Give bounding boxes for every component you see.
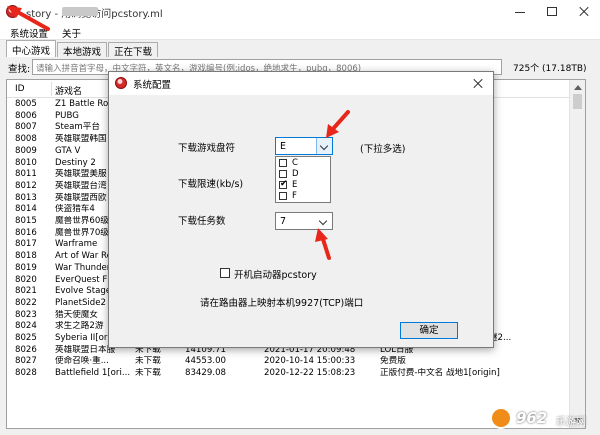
cell-id: 8013: [15, 192, 37, 203]
menu-bar: 系统设置 关于: [0, 24, 600, 40]
search-label: 查找:: [8, 64, 31, 75]
cell-id: 8015: [15, 216, 37, 226]
app-icon: [6, 5, 19, 18]
chevron-down-icon[interactable]: [316, 213, 332, 229]
cell-id: 8009: [15, 145, 37, 156]
cell-date: 2020-10-14 15:00:33: [264, 356, 356, 367]
cell-id: 8007: [15, 122, 37, 133]
table-row[interactable]: 8027 使命召唤·重... 未下载 44553.00 2020-10-14 15:00…: [7, 356, 570, 368]
checkbox-icon[interactable]: [220, 268, 230, 278]
cell-name: 使命召唤·重...: [55, 356, 109, 367]
scroll-thumb[interactable]: [573, 94, 582, 109]
checkbox-icon[interactable]: [279, 159, 287, 167]
router-port-note: 请在路由器上映射本机9927(TCP)端口: [200, 298, 364, 309]
cell-date: 2020-12-22 15:08:23: [264, 368, 356, 379]
dialog-app-icon: [115, 77, 127, 89]
disk-label: 下载游戏盘符: [178, 143, 236, 154]
cell-id: 8017: [15, 239, 37, 250]
disk-option-e[interactable]: ✔ E: [279, 179, 329, 190]
cell-id: 8016: [15, 227, 37, 238]
disk-option-label: C: [292, 158, 298, 168]
cell-id: 8012: [15, 180, 37, 191]
cell-id: 8014: [15, 204, 37, 215]
cell-id: 8020: [15, 274, 37, 285]
autostart-label: 开机启动器pcstory: [234, 270, 317, 281]
disk-option-label: E: [292, 180, 298, 190]
cell-note: 正版付费-中文名 战地1[origin]: [380, 368, 500, 379]
cell-size: 83429.08: [185, 368, 227, 379]
cell-id: 8025: [15, 333, 37, 343]
cell-id: 8027: [15, 356, 37, 367]
cell-id: 8018: [15, 251, 37, 262]
maximize-button[interactable]: [536, 0, 568, 24]
cell-id: 8008: [15, 134, 37, 145]
cell-id: 8005: [15, 99, 37, 109]
cell-id: 8023: [15, 309, 37, 320]
tab-downloading[interactable]: 正在下载: [108, 42, 159, 58]
cell-note: 免费版: [380, 356, 406, 367]
cell-id: 8022: [15, 297, 37, 308]
cell-id: 8028: [15, 368, 37, 379]
scroll-up-icon[interactable]: [574, 85, 582, 90]
cell-size: 44553.00: [185, 356, 227, 367]
minimize-button[interactable]: [504, 0, 536, 24]
watermark-logo-icon: [490, 407, 512, 429]
window-controls: [504, 0, 600, 24]
ok-button[interactable]: 确定: [400, 322, 458, 339]
dialog-close-button[interactable]: [463, 72, 493, 95]
disk-option-d[interactable]: D: [279, 169, 329, 179]
multi-select-hint: (下拉多选): [360, 144, 406, 155]
disk-select-value: E: [280, 141, 287, 152]
title-bar: story - 用浏览访问pcstory.ml: [0, 0, 600, 24]
checkmark-icon: ✔: [280, 179, 288, 189]
tab-local-games[interactable]: 本地游戏: [57, 42, 108, 58]
menu-system-settings[interactable]: 系统设置: [10, 26, 48, 40]
disk-option-c[interactable]: C: [279, 158, 329, 168]
column-header-id[interactable]: ID: [15, 84, 25, 94]
cell-id: 8024: [15, 321, 37, 332]
task-count-select[interactable]: 7: [275, 212, 333, 230]
disk-option-f[interactable]: F: [279, 191, 329, 201]
watermark-sub: 乐游网: [556, 417, 586, 428]
menu-about[interactable]: 关于: [62, 26, 81, 40]
tab-center-games[interactable]: 中心游戏: [6, 40, 57, 57]
checkbox-icon[interactable]: [279, 192, 287, 200]
disk-dropdown: C D ✔ E F: [275, 156, 331, 203]
column-header-name[interactable]: 游戏名: [55, 84, 82, 97]
disk-select[interactable]: E: [275, 137, 333, 155]
minimize-icon: [515, 12, 525, 13]
title-redaction: [62, 7, 98, 16]
dialog-title-bar: 系统配置: [109, 72, 493, 95]
maximize-icon: [547, 7, 557, 16]
disk-option-label: D: [292, 169, 299, 179]
cell-id: 8019: [15, 262, 37, 273]
cell-id: 8006: [15, 110, 37, 121]
close-button[interactable]: [568, 0, 600, 24]
tab-strip: 中心游戏 本地游戏 正在下载: [6, 40, 159, 58]
cell-name: Battlefield 1[ori...: [55, 368, 131, 379]
site-watermark: 962 乐游网: [490, 407, 586, 431]
cell-id: 8026: [15, 344, 37, 355]
table-row[interactable]: 8028 Battlefield 1[ori... 未下载 83429.08 2020-…: [7, 368, 570, 380]
disk-option-label: F: [292, 191, 297, 201]
speed-limit-label: 下载限速(kb/s): [178, 179, 244, 190]
game-count: 725个 (17.18TB): [513, 64, 587, 74]
chevron-down-icon[interactable]: [316, 138, 332, 154]
cell-id: 8011: [15, 169, 37, 180]
cell-id: 8010: [15, 157, 37, 168]
checkbox-icon[interactable]: ✔: [279, 179, 288, 189]
autostart-checkbox[interactable]: 开机启动器pcstory: [220, 266, 330, 281]
cell-status: 未下载: [135, 356, 161, 367]
dialog-title: 系统配置: [133, 80, 172, 91]
vertical-scrollbar[interactable]: [569, 80, 585, 428]
cell-status: 未下载: [135, 368, 161, 379]
watermark-main: 962: [516, 409, 548, 427]
cell-id: 8021: [15, 286, 37, 297]
checkbox-icon[interactable]: [279, 170, 287, 178]
task-count-value: 7: [280, 216, 287, 227]
task-count-label: 下载任务数: [178, 216, 226, 227]
